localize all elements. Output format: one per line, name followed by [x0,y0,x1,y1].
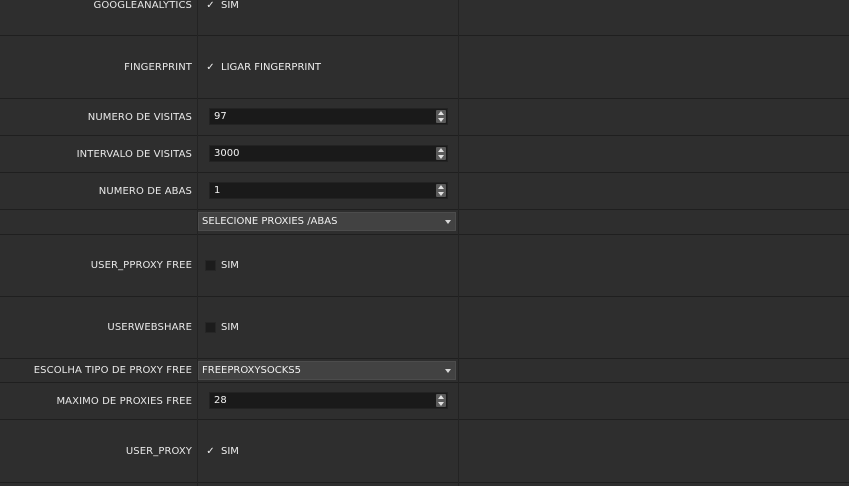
intervalo-visitas-spinbox[interactable]: 3000 [209,145,448,162]
user-pproxy-free-label: USER_PPROXY FREE [90,260,192,271]
googleanalytics-label: GOOGLEANALYTICS [93,0,192,11]
googleanalytics-option: SIM [221,0,239,11]
checkbox-box[interactable] [205,322,216,333]
arrow-up-icon[interactable] [438,111,444,115]
numero-visitas-label: NUMERO DE VISITAS [87,112,192,123]
maximo-proxies-free-spinbox[interactable]: 28 [209,392,448,409]
settings-form: GOOGLEANALYTICS ✓ SIM FINGERPRINT ✓ LIGA… [0,0,849,486]
arrow-up-icon[interactable] [438,185,444,189]
fingerprint-option: LIGAR FINGERPRINT [221,62,321,73]
arrow-up-icon[interactable] [438,395,444,399]
fingerprint-label: FINGERPRINT [124,62,192,73]
intervalo-visitas-value: 3000 [214,148,240,159]
maximo-proxies-free-value: 28 [214,395,227,406]
googleanalytics-checkbox[interactable]: ✓ SIM [205,0,239,11]
check-icon: ✓ [206,0,215,11]
arrow-up-icon[interactable] [438,148,444,152]
column-divider [197,0,198,486]
checkbox-box[interactable] [205,260,216,271]
arrow-down-icon[interactable] [438,118,444,122]
fingerprint-checkbox[interactable]: ✓ LIGAR FINGERPRINT [205,62,321,73]
tipo-proxy-free-selected: FREEPROXYSOCKS5 [202,365,301,376]
userwebshare-checkbox[interactable]: SIM [205,322,239,333]
numero-abas-spinbox[interactable]: 1 [209,182,448,199]
numero-abas-label: NUMERO DE ABAS [98,186,192,197]
user-proxy-option: SIM [221,446,239,457]
chevron-down-icon[interactable] [445,220,451,224]
numero-visitas-value: 97 [214,111,227,122]
userwebshare-label: USERWEBSHARE [107,322,192,333]
spin-buttons[interactable] [436,394,446,407]
proxies-abas-select[interactable]: SELECIONE PROXIES /ABAS [198,212,456,231]
arrow-down-icon[interactable] [438,155,444,159]
check-icon: ✓ [206,445,215,457]
column-divider [458,0,459,486]
user-pproxy-free-checkbox[interactable]: SIM [205,260,239,271]
spin-buttons[interactable] [436,110,446,123]
maximo-proxies-free-label: MAXIMO DE PROXIES FREE [56,396,192,407]
intervalo-visitas-label: INTERVALO DE VISITAS [76,149,192,160]
check-icon: ✓ [206,61,215,73]
user-proxy-checkbox[interactable]: ✓ SIM [205,446,239,457]
arrow-down-icon[interactable] [438,192,444,196]
userwebshare-option: SIM [221,322,239,333]
tipo-proxy-free-select[interactable]: FREEPROXYSOCKS5 [198,361,456,380]
spin-buttons[interactable] [436,147,446,160]
arrow-down-icon[interactable] [438,402,444,406]
user-pproxy-free-option: SIM [221,260,239,271]
numero-visitas-spinbox[interactable]: 97 [209,108,448,125]
spin-buttons[interactable] [436,184,446,197]
chevron-down-icon[interactable] [445,369,451,373]
numero-abas-value: 1 [214,185,221,196]
tipo-proxy-free-label: ESCOLHA TIPO DE PROXY FREE [33,365,192,376]
user-proxy-label: USER_PROXY [125,446,192,457]
proxies-abas-selected: SELECIONE PROXIES /ABAS [202,216,338,227]
